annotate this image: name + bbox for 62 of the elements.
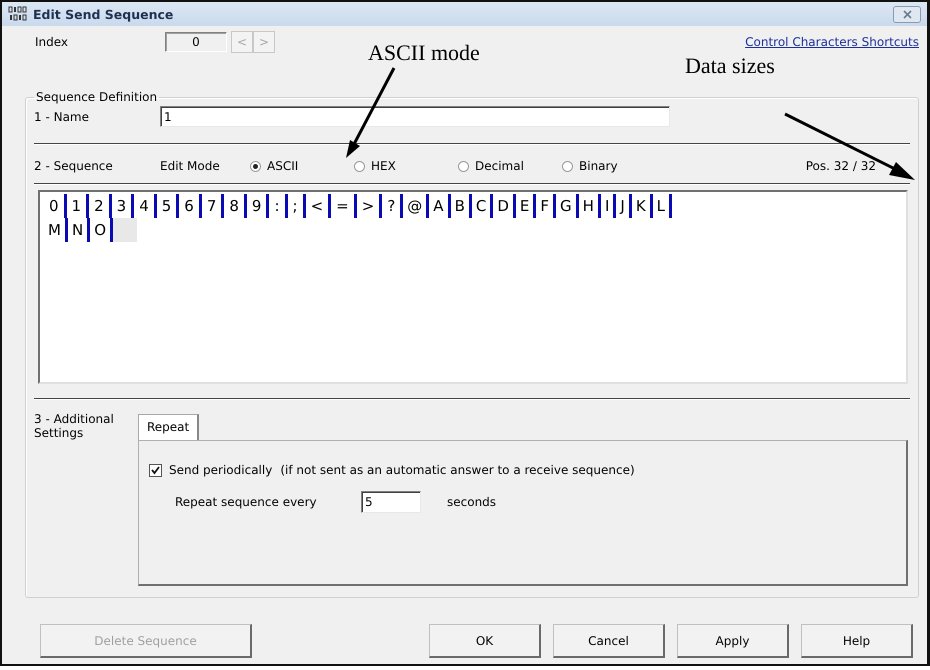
sequence-character: J xyxy=(616,194,632,218)
index-label: Index xyxy=(35,35,70,49)
dialog-button[interactable]: Apply xyxy=(677,624,789,658)
repeat-tab[interactable]: Repeat xyxy=(138,414,200,440)
group-title: Sequence Definition xyxy=(35,90,158,104)
sequence-character: = xyxy=(331,194,357,218)
sequence-character: F xyxy=(536,194,556,218)
sequence-character: 2 xyxy=(89,194,112,218)
mode-radio[interactable]: Binary xyxy=(562,159,672,173)
sequence-character: M xyxy=(44,218,68,242)
shortcuts-link[interactable]: Control Characters Shortcuts xyxy=(745,35,919,49)
name-label: 1 - Name xyxy=(34,110,90,124)
close-button[interactable] xyxy=(893,6,921,22)
dialog-button[interactable]: Help xyxy=(801,624,913,658)
sequence-character: N xyxy=(68,218,90,242)
additional-settings-label: 3 - Additional Settings xyxy=(34,411,115,442)
sequence-character: 5 xyxy=(156,194,180,218)
sequence-character: < xyxy=(306,194,332,218)
repeat-field[interactable]: 5 xyxy=(361,491,421,513)
close-icon xyxy=(902,10,912,18)
sequence-character: ? xyxy=(382,194,404,218)
sequence-character: G xyxy=(556,194,579,218)
checkbox-label: Send periodically xyxy=(169,463,272,477)
repeat-label: Repeat sequence every xyxy=(175,495,318,509)
sequence-character: I xyxy=(600,194,616,218)
edit-mode-label: Edit Mode xyxy=(160,159,221,173)
sequence-character: 6 xyxy=(179,194,202,218)
dialog-button[interactable]: Cancel xyxy=(553,624,665,658)
sequence-character: A xyxy=(429,194,451,218)
checkbox[interactable] xyxy=(149,464,162,476)
sequence-character: K xyxy=(632,194,653,218)
mode-radio[interactable]: HEX xyxy=(354,159,458,173)
sequence-character: : xyxy=(269,194,288,218)
mode-radio[interactable]: ASCII xyxy=(250,159,354,173)
unit-label: seconds xyxy=(447,495,496,509)
annotation-label: Data sizes xyxy=(685,53,775,79)
sequence-character: > xyxy=(356,194,382,218)
cursor-cell xyxy=(113,218,137,242)
index-field: 0 xyxy=(165,32,227,52)
position-readout: Pos. 32 / 32 xyxy=(806,159,876,173)
app-icon xyxy=(8,6,28,22)
sequence-character: 9 xyxy=(246,194,270,218)
dialog-button[interactable]: OK xyxy=(429,624,541,658)
window-title: Edit Send Sequence xyxy=(33,6,174,22)
sequence-character: ; xyxy=(288,194,306,218)
sequence-character: B xyxy=(450,194,472,218)
sequence-character: 0 xyxy=(44,194,67,218)
sequence-character: E xyxy=(516,194,536,218)
sequence-character: D xyxy=(493,194,516,218)
sequence-character: H xyxy=(578,194,601,218)
sequence-character: C xyxy=(472,194,494,218)
annotation-label: ASCII mode xyxy=(368,40,480,66)
sequence-character: 1 xyxy=(66,194,90,218)
sequence-character: @ xyxy=(403,194,430,218)
checkbox-note: (if not sent as an automatic answer to a receive sequence) xyxy=(280,463,635,477)
mode-radio[interactable]: Decimal xyxy=(458,159,562,173)
name-field[interactable]: 1 xyxy=(160,106,670,127)
sequence-label: 2 - Sequence xyxy=(34,159,114,173)
sequence-character: 8 xyxy=(224,194,247,218)
sequence-editor[interactable]: 0 1 2 3 4 5 6 7 8 9 : ; < = > ? @ A B C D E F G H I J K L M N O xyxy=(38,190,908,384)
sequence-character: L xyxy=(652,194,672,218)
sequence-character: 7 xyxy=(202,194,224,218)
